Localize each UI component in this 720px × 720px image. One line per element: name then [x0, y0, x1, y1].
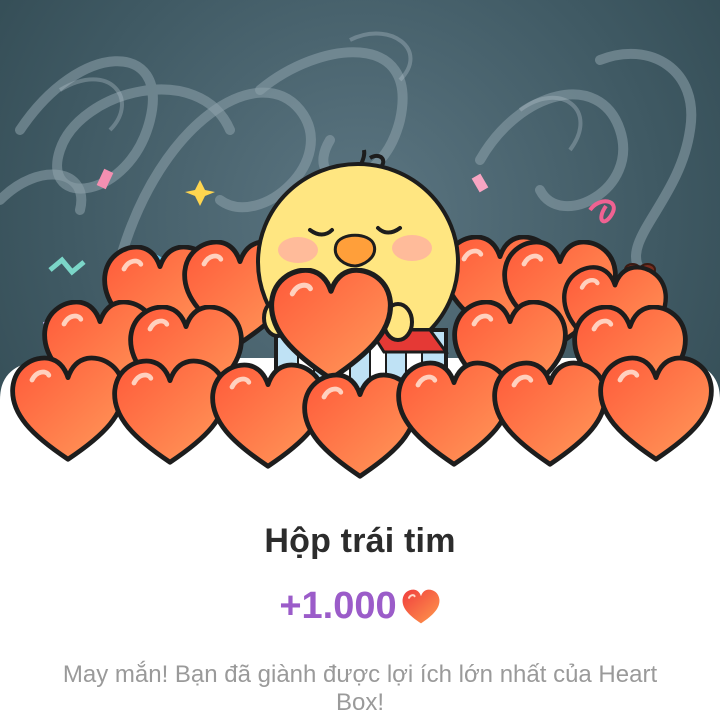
heart-icon [402, 589, 440, 623]
reward-description: May mắn! Bạn đã giành được lợi ích lớn n… [62, 661, 658, 716]
reward-amount: +1.000 [279, 585, 397, 627]
reward-row: +1.000 [0, 585, 720, 628]
heart-box-reward-screen: Hộp trái tim +1.000 May mắn! Bạn đã giàn… [0, 0, 720, 720]
dialog-title: Hộp trái tim [264, 522, 456, 560]
